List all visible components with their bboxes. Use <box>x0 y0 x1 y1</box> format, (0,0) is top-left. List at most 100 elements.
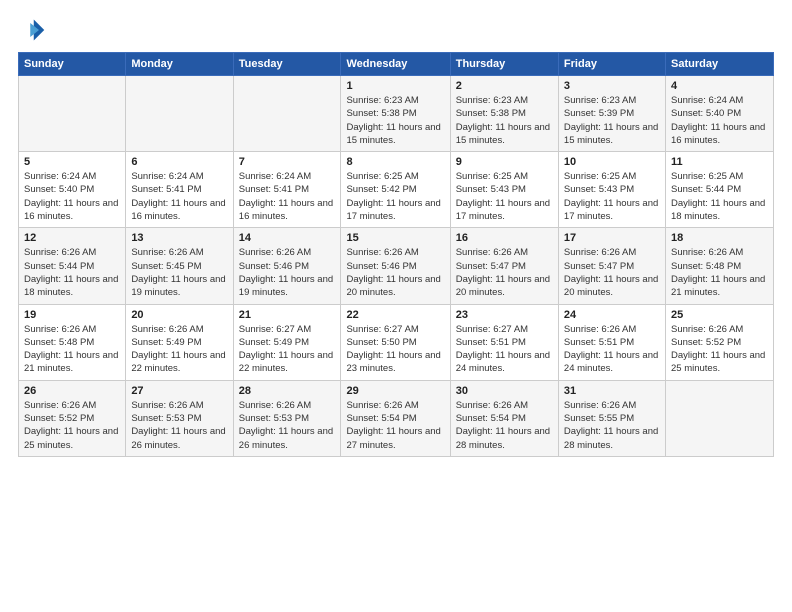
weekday-header-wednesday: Wednesday <box>341 53 450 76</box>
day-number: 22 <box>346 309 444 321</box>
day-info: Sunrise: 6:26 AMSunset: 5:52 PMDaylight:… <box>671 323 768 376</box>
page: SundayMondayTuesdayWednesdayThursdayFrid… <box>0 0 792 612</box>
calendar-cell <box>19 76 126 152</box>
calendar-cell <box>233 76 341 152</box>
calendar-cell: 23 Sunrise: 6:27 AMSunset: 5:51 PMDayligh… <box>450 304 558 380</box>
day-info: Sunrise: 6:23 AMSunset: 5:39 PMDaylight:… <box>564 94 660 147</box>
day-info: Sunrise: 6:26 AMSunset: 5:45 PMDaylight:… <box>131 246 227 299</box>
day-info: Sunrise: 6:26 AMSunset: 5:49 PMDaylight:… <box>131 323 227 376</box>
day-info: Sunrise: 6:23 AMSunset: 5:38 PMDaylight:… <box>456 94 553 147</box>
day-info: Sunrise: 6:25 AMSunset: 5:44 PMDaylight:… <box>671 170 768 223</box>
day-info: Sunrise: 6:27 AMSunset: 5:51 PMDaylight:… <box>456 323 553 376</box>
calendar-cell: 24 Sunrise: 6:26 AMSunset: 5:51 PMDayligh… <box>558 304 665 380</box>
day-number: 3 <box>564 80 660 92</box>
day-info: Sunrise: 6:26 AMSunset: 5:44 PMDaylight:… <box>24 246 120 299</box>
calendar-cell: 29 Sunrise: 6:26 AMSunset: 5:54 PMDayligh… <box>341 380 450 456</box>
day-info: Sunrise: 6:24 AMSunset: 5:41 PMDaylight:… <box>239 170 336 223</box>
day-info: Sunrise: 6:25 AMSunset: 5:43 PMDaylight:… <box>564 170 660 223</box>
week-row-2: 5 Sunrise: 6:24 AMSunset: 5:40 PMDaylight… <box>19 152 774 228</box>
calendar-cell: 7Sunrise: 6:24 AMSunset: 5:41 PMDaylight… <box>233 152 341 228</box>
calendar-cell: 19 Sunrise: 6:26 AMSunset: 5:48 PMDayligh… <box>19 304 126 380</box>
weekday-header-friday: Friday <box>558 53 665 76</box>
day-info: Sunrise: 6:25 AMSunset: 5:43 PMDaylight:… <box>456 170 553 223</box>
calendar-table: SundayMondayTuesdayWednesdayThursdayFrid… <box>18 52 774 457</box>
day-info: Sunrise: 6:26 AMSunset: 5:48 PMDaylight:… <box>671 246 768 299</box>
logo-icon <box>18 16 46 44</box>
day-number: 17 <box>564 232 660 244</box>
day-number: 29 <box>346 385 444 397</box>
weekday-header-saturday: Saturday <box>665 53 773 76</box>
weekday-header-thursday: Thursday <box>450 53 558 76</box>
calendar-cell: 8 Sunrise: 6:25 AMSunset: 5:42 PMDaylight… <box>341 152 450 228</box>
week-row-1: 1 Sunrise: 6:23 AMSunset: 5:38 PMDaylight… <box>19 76 774 152</box>
day-info: Sunrise: 6:25 AMSunset: 5:42 PMDaylight:… <box>346 170 444 223</box>
day-number: 13 <box>131 232 227 244</box>
day-number: 16 <box>456 232 553 244</box>
day-number: 2 <box>456 80 553 92</box>
calendar-cell: 17 Sunrise: 6:26 AMSunset: 5:47 PMDayligh… <box>558 228 665 304</box>
calendar-cell: 3 Sunrise: 6:23 AMSunset: 5:39 PMDaylight… <box>558 76 665 152</box>
calendar-cell: 15 Sunrise: 6:26 AMSunset: 5:46 PMDayligh… <box>341 228 450 304</box>
day-number: 11 <box>671 156 768 168</box>
calendar-cell: 5 Sunrise: 6:24 AMSunset: 5:40 PMDaylight… <box>19 152 126 228</box>
day-number: 5 <box>24 156 120 168</box>
day-number: 21 <box>239 309 336 321</box>
week-row-5: 26 Sunrise: 6:26 AMSunset: 5:52 PMDayligh… <box>19 380 774 456</box>
calendar-cell: 18 Sunrise: 6:26 AMSunset: 5:48 PMDayligh… <box>665 228 773 304</box>
day-info: Sunrise: 6:26 AMSunset: 5:47 PMDaylight:… <box>564 246 660 299</box>
day-info: Sunrise: 6:24 AMSunset: 5:40 PMDaylight:… <box>24 170 120 223</box>
day-number: 24 <box>564 309 660 321</box>
day-number: 10 <box>564 156 660 168</box>
calendar-cell: 21 Sunrise: 6:27 AMSunset: 5:49 PMDayligh… <box>233 304 341 380</box>
day-number: 19 <box>24 309 120 321</box>
day-number: 18 <box>671 232 768 244</box>
day-number: 6 <box>131 156 227 168</box>
calendar-cell: 10 Sunrise: 6:25 AMSunset: 5:43 PMDayligh… <box>558 152 665 228</box>
day-info: Sunrise: 6:27 AMSunset: 5:50 PMDaylight:… <box>346 323 444 376</box>
day-number: 31 <box>564 385 660 397</box>
calendar-cell: 30Sunrise: 6:26 AMSunset: 5:54 PMDayligh… <box>450 380 558 456</box>
logo <box>18 16 50 44</box>
day-info: Sunrise: 6:26 AMSunset: 5:53 PMDaylight:… <box>131 399 227 452</box>
calendar-cell: 22 Sunrise: 6:27 AMSunset: 5:50 PMDayligh… <box>341 304 450 380</box>
day-number: 30 <box>456 385 553 397</box>
weekday-header-monday: Monday <box>126 53 233 76</box>
day-number: 8 <box>346 156 444 168</box>
calendar-cell: 16 Sunrise: 6:26 AMSunset: 5:47 PMDayligh… <box>450 228 558 304</box>
header <box>18 16 774 44</box>
calendar-cell: 26 Sunrise: 6:26 AMSunset: 5:52 PMDayligh… <box>19 380 126 456</box>
calendar-cell: 31 Sunrise: 6:26 AMSunset: 5:55 PMDayligh… <box>558 380 665 456</box>
calendar-cell: 6 Sunrise: 6:24 AMSunset: 5:41 PMDaylight… <box>126 152 233 228</box>
day-info: Sunrise: 6:23 AMSunset: 5:38 PMDaylight:… <box>346 94 444 147</box>
weekday-header-sunday: Sunday <box>19 53 126 76</box>
calendar-cell: 9 Sunrise: 6:25 AMSunset: 5:43 PMDaylight… <box>450 152 558 228</box>
day-number: 26 <box>24 385 120 397</box>
day-info: Sunrise: 6:26 AMSunset: 5:46 PMDaylight:… <box>346 246 444 299</box>
calendar-cell <box>126 76 233 152</box>
day-number: 20 <box>131 309 227 321</box>
day-info: Sunrise: 6:26 AMSunset: 5:51 PMDaylight:… <box>564 323 660 376</box>
day-number: 14 <box>239 232 336 244</box>
day-number: 15 <box>346 232 444 244</box>
day-number: 12 <box>24 232 120 244</box>
day-info: Sunrise: 6:26 AMSunset: 5:53 PMDaylight:… <box>239 399 336 452</box>
calendar-cell: 14 Sunrise: 6:26 AMSunset: 5:46 PMDayligh… <box>233 228 341 304</box>
calendar-cell: 25Sunrise: 6:26 AMSunset: 5:52 PMDayligh… <box>665 304 773 380</box>
day-info: Sunrise: 6:27 AMSunset: 5:49 PMDaylight:… <box>239 323 336 376</box>
day-info: Sunrise: 6:26 AMSunset: 5:52 PMDaylight:… <box>24 399 120 452</box>
weekday-header-row: SundayMondayTuesdayWednesdayThursdayFrid… <box>19 53 774 76</box>
day-info: Sunrise: 6:26 AMSunset: 5:54 PMDaylight:… <box>346 399 444 452</box>
calendar-cell: 1 Sunrise: 6:23 AMSunset: 5:38 PMDaylight… <box>341 76 450 152</box>
day-number: 28 <box>239 385 336 397</box>
day-info: Sunrise: 6:26 AMSunset: 5:47 PMDaylight:… <box>456 246 553 299</box>
day-info: Sunrise: 6:26 AMSunset: 5:48 PMDaylight:… <box>24 323 120 376</box>
week-row-3: 12 Sunrise: 6:26 AMSunset: 5:44 PMDayligh… <box>19 228 774 304</box>
day-info: Sunrise: 6:26 AMSunset: 5:55 PMDaylight:… <box>564 399 660 452</box>
calendar-cell: 20 Sunrise: 6:26 AMSunset: 5:49 PMDayligh… <box>126 304 233 380</box>
day-info: Sunrise: 6:24 AMSunset: 5:40 PMDaylight:… <box>671 94 768 147</box>
day-info: Sunrise: 6:26 AMSunset: 5:46 PMDaylight:… <box>239 246 336 299</box>
day-number: 23 <box>456 309 553 321</box>
day-number: 9 <box>456 156 553 168</box>
day-info: Sunrise: 6:24 AMSunset: 5:41 PMDaylight:… <box>131 170 227 223</box>
day-number: 1 <box>346 80 444 92</box>
